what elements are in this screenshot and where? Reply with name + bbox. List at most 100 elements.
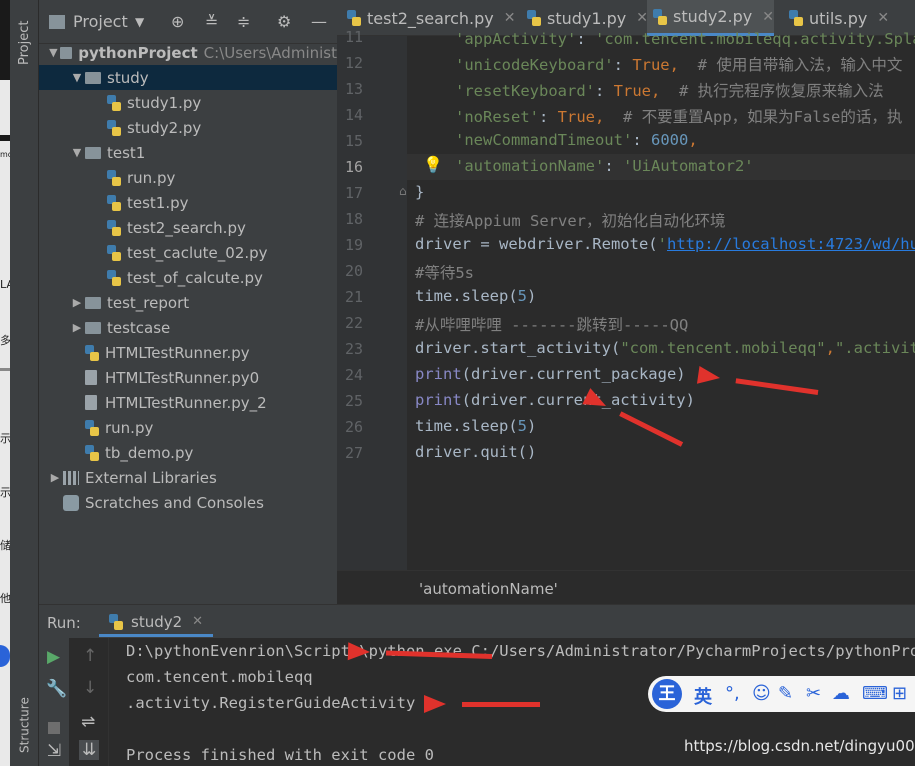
run-label: Run:	[47, 614, 81, 632]
code-editor[interactable]: 11 12 13 14 15 16 17 18 19 20 21 22 23 24 25 26 27 'appA…	[337, 28, 915, 570]
python-file-icon	[347, 10, 361, 26]
bg-glyph: 多	[0, 334, 10, 347]
tree-item[interactable]: test_of_calcute.py	[39, 265, 337, 290]
chevron-down-icon[interactable]: ▼	[47, 46, 60, 59]
python-file-icon	[85, 344, 99, 361]
close-icon[interactable]: ✕	[877, 10, 889, 26]
tree-item[interactable]: ▼ test1	[39, 140, 337, 165]
console-line: com.tencent.mobileqq	[126, 668, 313, 686]
keyboard-icon[interactable]: ⌨	[862, 683, 888, 704]
locate-icon[interactable]: ⊕	[171, 12, 184, 31]
file-icon	[85, 395, 97, 410]
wrench-icon[interactable]: 🔧	[46, 679, 67, 699]
tree-item-label: run.py	[105, 418, 154, 437]
code-line: driver.quit()	[415, 443, 537, 461]
chevron-down-icon[interactable]: ▼	[69, 71, 85, 84]
tree-item-label: Scratches and Consoles	[85, 493, 264, 512]
folder-icon	[85, 321, 101, 334]
project-header: Project ▼ ⊕ ≚ ≑ ⚙ —	[39, 0, 337, 44]
up-arrow-icon[interactable]: ↑	[83, 646, 97, 666]
down-arrow-icon[interactable]: ↓	[83, 678, 97, 698]
tree-item[interactable]: tb_demo.py	[39, 440, 337, 465]
ime-mode[interactable]: 英	[694, 683, 712, 709]
tree-item[interactable]: test2_search.py	[39, 215, 337, 240]
tree-item[interactable]: ▶ External Libraries	[39, 465, 337, 490]
stop-icon[interactable]	[48, 722, 60, 734]
line-number: 20	[344, 262, 363, 280]
code-line: #等待5s	[415, 264, 474, 282]
expand-all-icon[interactable]: ≚	[205, 12, 218, 31]
watermark: https://blog.csdn.net/dingyu002	[684, 737, 915, 755]
chevron-right-icon[interactable]: ▶	[69, 321, 85, 334]
hide-icon[interactable]: —	[311, 12, 327, 31]
fold-icon[interactable]: ⌂	[399, 184, 407, 198]
tree-item[interactable]: Scratches and Consoles	[39, 490, 337, 515]
code-line: 'appActivity': 'com.tencent.mobileqq.act…	[455, 30, 915, 48]
tree-item[interactable]: test1.py	[39, 190, 337, 215]
chevron-down-icon[interactable]: ▼	[135, 15, 144, 29]
tree-item[interactable]: ▼ study	[39, 65, 337, 90]
chevron-right-icon[interactable]: ▶	[69, 296, 85, 309]
tree-item-label: test1.py	[127, 193, 189, 212]
tree-item[interactable]: run.py	[39, 415, 337, 440]
tree-item[interactable]: run.py	[39, 165, 337, 190]
close-icon[interactable]: ✕	[762, 9, 774, 25]
lightbulb-icon[interactable]: 💡	[423, 155, 443, 174]
breadcrumb-bar: 'automationName'	[337, 570, 915, 604]
scroll-to-end-icon[interactable]: ⇊	[79, 740, 100, 760]
tree-item[interactable]: study1.py	[39, 90, 337, 115]
pen-icon[interactable]: ✎	[778, 683, 793, 704]
tree-item[interactable]: study2.py	[39, 115, 337, 140]
ime-toolbar[interactable]: 王 英 °, ☺ ✎ ✂ ☁ ⌨ ⊞	[648, 676, 915, 712]
grid-icon[interactable]: ⊞	[892, 683, 907, 704]
tree-item-label: tb_demo.py	[105, 443, 194, 462]
gear-icon[interactable]: ⚙	[277, 12, 291, 31]
line-number: 26	[344, 418, 363, 436]
punctuation-icon[interactable]: °,	[725, 683, 740, 704]
python-file-icon	[107, 244, 121, 261]
pin-icon[interactable]: ⇲	[47, 741, 61, 761]
breadcrumb[interactable]: 'automationName'	[419, 580, 558, 598]
collapse-all-icon[interactable]: ≑	[237, 12, 250, 31]
python-file-icon	[107, 169, 121, 186]
close-icon[interactable]: ✕	[192, 614, 203, 629]
project-view-icon	[49, 15, 65, 29]
soft-wrap-icon[interactable]: ⇌	[81, 712, 95, 732]
tree-item[interactable]: ▶ test_report	[39, 290, 337, 315]
ime-logo[interactable]: 王	[652, 679, 682, 709]
annotation-arrowhead	[424, 695, 446, 713]
editor-tab-label: test2_search.py	[367, 8, 494, 28]
chevron-down-icon[interactable]: ▼	[69, 146, 85, 159]
line-number: 14	[344, 106, 363, 124]
structure-tool-tab[interactable]: Structure	[10, 690, 39, 760]
tree-item[interactable]: HTMLTestRunner.py	[39, 340, 337, 365]
scissors-icon[interactable]: ✂	[806, 683, 821, 704]
run-tab-study2[interactable]: study2 ✕	[99, 609, 214, 637]
rerun-icon[interactable]: ▶	[47, 647, 60, 667]
line-number: 11	[344, 28, 363, 46]
editor-tab-label: utils.py	[809, 8, 868, 28]
python-file-icon	[107, 194, 121, 211]
chevron-right-icon[interactable]: ▶	[47, 471, 63, 484]
console-line: D:\pythonEvenrion\Scripts\python.exe C:/…	[126, 642, 915, 660]
cloud-icon[interactable]: ☁	[832, 683, 850, 704]
background-window-strip: mo LA 多 示 示 储 他	[0, 0, 10, 766]
code-line: print(driver.current_activity)	[415, 391, 695, 409]
line-number: 16	[344, 158, 363, 176]
emoji-icon[interactable]: ☺	[752, 683, 771, 704]
tree-item[interactable]: HTMLTestRunner.py0	[39, 365, 337, 390]
python-file-icon	[107, 94, 121, 111]
python-file-icon	[107, 269, 121, 286]
tree-item-label: test_report	[107, 293, 190, 312]
tree-item-label: test_caclute_02.py	[127, 243, 268, 262]
tree-item[interactable]: ▶ testcase	[39, 315, 337, 340]
code-line: 'newCommandTimeout': 6000,	[455, 131, 698, 149]
project-title[interactable]: Project	[73, 12, 128, 31]
tree-item[interactable]: HTMLTestRunner.py_2	[39, 390, 337, 415]
project-tool-tab[interactable]: Project	[10, 8, 39, 78]
close-icon[interactable]: ✕	[504, 10, 516, 26]
tree-item[interactable]: test_caclute_02.py	[39, 240, 337, 265]
python-file-icon	[107, 219, 121, 236]
tree-item[interactable]: ▼ pythonProject C:\Users\Administ	[39, 40, 337, 65]
folder-icon	[85, 71, 101, 84]
